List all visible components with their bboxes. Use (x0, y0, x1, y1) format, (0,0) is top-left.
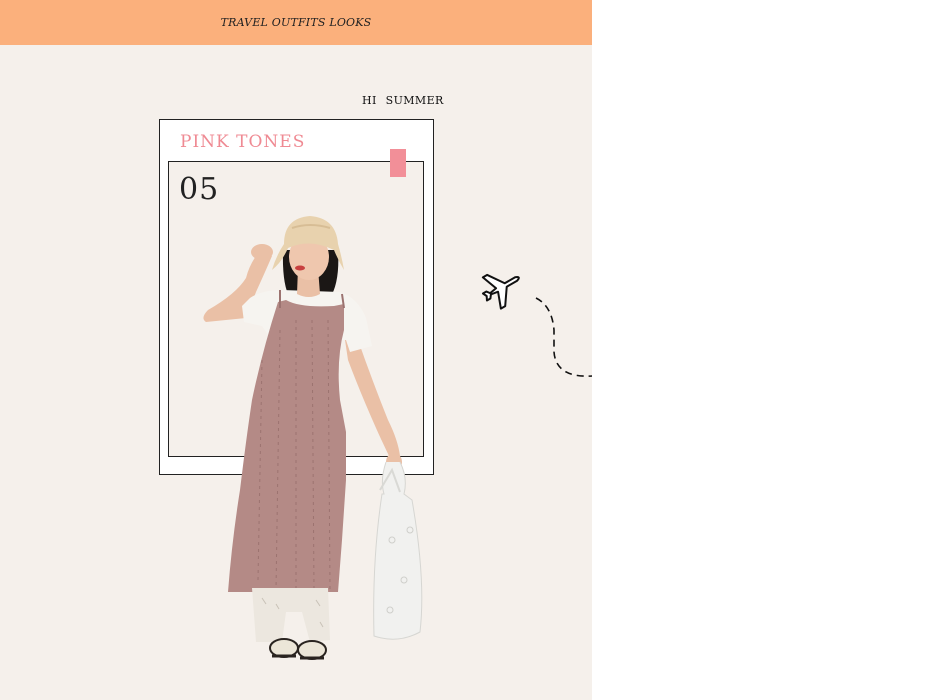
dashed-flight-path (535, 297, 592, 377)
poster-canvas: TRAVEL OUTFITS LOOKS HI SUMMER PINK TONE… (0, 0, 592, 700)
